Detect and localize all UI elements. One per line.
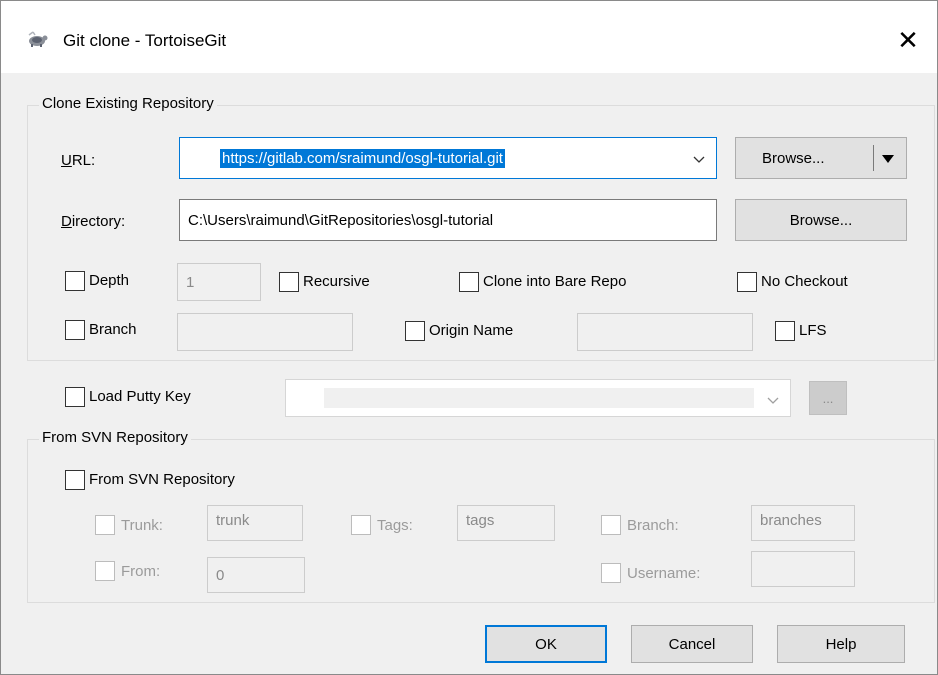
username-checkbox[interactable] xyxy=(601,563,621,583)
svn-branch-value: branches xyxy=(760,512,822,529)
clone-existing-group-title: Clone Existing Repository xyxy=(39,95,217,112)
username-input[interactable] xyxy=(751,551,855,587)
recursive-checkbox[interactable] xyxy=(279,272,299,292)
window-title: Git clone - TortoiseGit xyxy=(63,31,227,50)
directory-label-rest: irectory: xyxy=(71,213,126,230)
directory-value: C:\Users\raimund\GitRepositories\osgl-tu… xyxy=(188,211,494,229)
tags-label: Tags: xyxy=(377,517,413,534)
help-button[interactable]: Help xyxy=(777,625,905,663)
tags-value: tags xyxy=(466,512,495,529)
putty-key-browse-button[interactable]: ... xyxy=(809,381,847,415)
close-button[interactable]: ✕ xyxy=(879,15,937,65)
branch-input[interactable] xyxy=(177,313,353,351)
url-label: URL: xyxy=(61,152,96,169)
svn-branch-input[interactable]: branches xyxy=(751,505,855,541)
url-value: https://gitlab.com/sraimund/osgl-tutoria… xyxy=(220,148,505,168)
no-checkout-label: No Checkout xyxy=(761,273,848,290)
depth-value: 1 xyxy=(186,273,195,291)
git-clone-dialog: Git clone - TortoiseGit ✕ Clone Existing… xyxy=(0,0,938,675)
tags-input[interactable]: tags xyxy=(457,505,555,541)
tags-checkbox[interactable] xyxy=(351,515,371,535)
url-label-rest: RL: xyxy=(71,152,96,169)
from-checkbox[interactable] xyxy=(95,561,115,581)
depth-checkbox[interactable] xyxy=(65,271,85,291)
close-icon: ✕ xyxy=(897,24,919,55)
no-checkout-checkbox[interactable] xyxy=(737,272,757,292)
trunk-value: trunk xyxy=(216,512,250,529)
help-button-label: Help xyxy=(825,635,857,653)
putty-key-browse-label: ... xyxy=(822,390,834,406)
svn-group-title: From SVN Repository xyxy=(39,429,191,446)
load-putty-key-checkbox[interactable] xyxy=(65,387,85,407)
trunk-input[interactable]: trunk xyxy=(207,505,303,541)
load-putty-key-label: Load Putty Key xyxy=(89,388,191,405)
origin-name-label: Origin Name xyxy=(429,322,514,339)
url-combobox[interactable]: https://gitlab.com/sraimund/osgl-tutoria… xyxy=(179,137,717,179)
tortoisegit-icon xyxy=(28,31,48,47)
depth-input[interactable]: 1 xyxy=(177,263,261,301)
origin-name-input[interactable] xyxy=(577,313,753,351)
putty-dropdown-chevron-icon[interactable] xyxy=(765,392,781,408)
directory-label: Directory: xyxy=(61,213,126,230)
putty-key-inner-field xyxy=(324,388,754,408)
origin-name-checkbox[interactable] xyxy=(405,321,425,341)
recursive-label: Recursive xyxy=(303,273,370,290)
branch-label: Branch xyxy=(89,321,137,338)
ok-button[interactable]: OK xyxy=(485,625,607,663)
lfs-label: LFS xyxy=(799,322,827,339)
depth-label: Depth xyxy=(89,272,130,289)
svn-branch-checkbox[interactable] xyxy=(601,515,621,535)
url-browse-label: Browse... xyxy=(762,149,825,167)
split-separator xyxy=(873,145,874,171)
from-value: 0 xyxy=(216,566,225,584)
lfs-checkbox[interactable] xyxy=(775,321,795,341)
trunk-checkbox[interactable] xyxy=(95,515,115,535)
directory-browse-label: Browse... xyxy=(789,211,853,229)
username-label: Username: xyxy=(627,565,701,582)
directory-browse-button[interactable]: Browse... xyxy=(735,199,907,241)
from-label: From: xyxy=(121,563,161,580)
from-svn-checkbox[interactable] xyxy=(65,470,85,490)
svn-branch-label: Branch: xyxy=(627,517,679,534)
cancel-button-label: Cancel xyxy=(668,635,716,653)
bare-repo-label: Clone into Bare Repo xyxy=(483,273,627,290)
from-input[interactable]: 0 xyxy=(207,557,305,593)
bare-repo-checkbox[interactable] xyxy=(459,272,479,292)
directory-input[interactable]: C:\Users\raimund\GitRepositories\osgl-tu… xyxy=(179,199,717,241)
branch-checkbox[interactable] xyxy=(65,320,85,340)
trunk-label: Trunk: xyxy=(121,517,163,534)
title-bar: Git clone - TortoiseGit ✕ xyxy=(1,1,937,73)
browse-dropdown-arrow-icon[interactable] xyxy=(881,154,895,164)
from-svn-label: From SVN Repository xyxy=(89,471,235,488)
url-dropdown-chevron-icon[interactable] xyxy=(691,151,707,167)
putty-key-combobox[interactable] xyxy=(285,379,791,417)
cancel-button[interactable]: Cancel xyxy=(631,625,753,663)
ok-button-label: OK xyxy=(535,635,557,653)
